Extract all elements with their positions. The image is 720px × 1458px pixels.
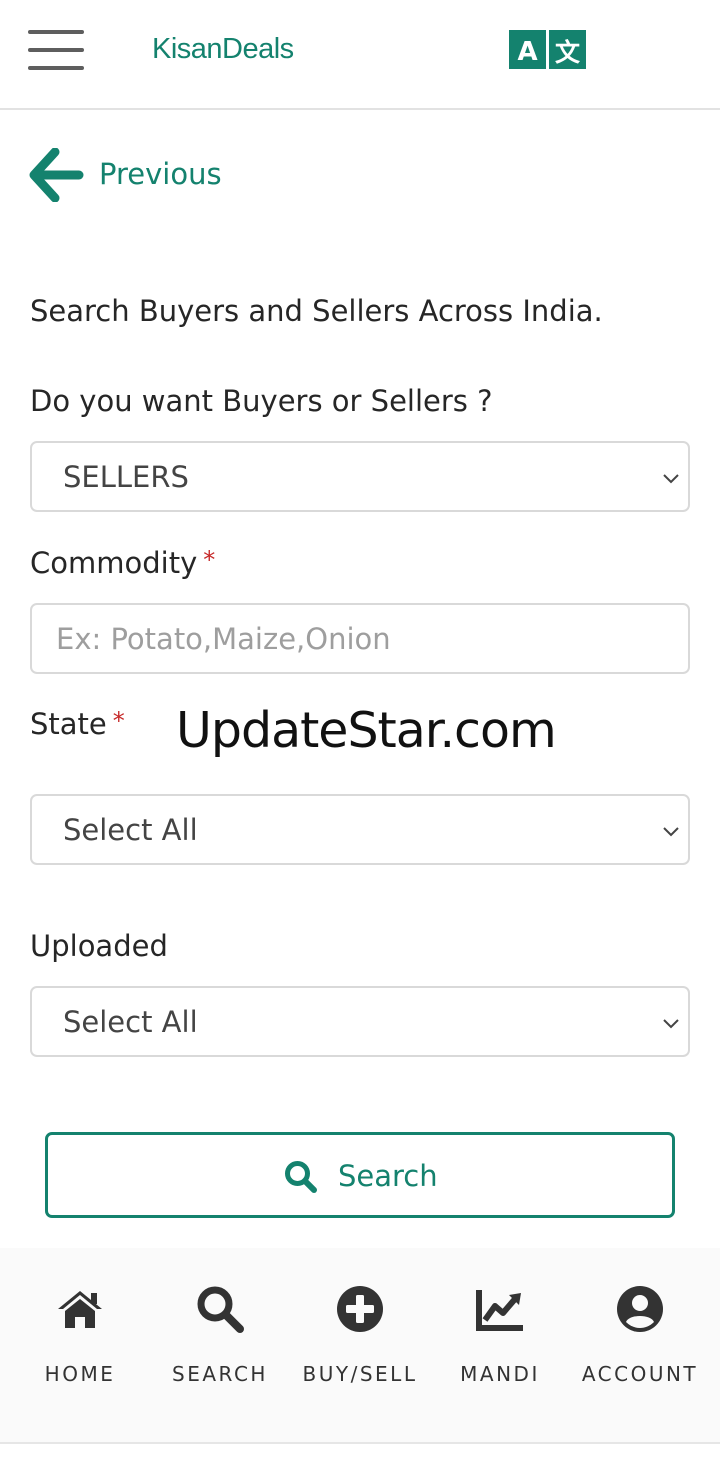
nav-label-account: ACCOUNT	[581, 1362, 699, 1386]
commodity-input[interactable]	[30, 603, 690, 674]
commodity-label: Commodity *	[30, 546, 216, 580]
nav-label-home: HOME	[44, 1362, 116, 1386]
state-select-value: Select All	[63, 813, 198, 847]
required-mark: *	[112, 707, 125, 735]
uploaded-label: Uploaded	[30, 929, 168, 963]
previous-link[interactable]: Previous	[28, 146, 248, 204]
uploaded-select[interactable]: Select All	[30, 986, 690, 1057]
svg-text:A: A	[517, 37, 537, 67]
nav-item-search[interactable]: SEARCH	[150, 1248, 290, 1444]
plus-circle-icon	[337, 1286, 383, 1332]
intro-text: Search Buyers and Sellers Across India.	[30, 294, 603, 328]
required-mark: *	[203, 546, 216, 574]
chevron-down-icon	[663, 827, 679, 837]
nav-item-buy-sell[interactable]: BUY/SELL	[290, 1248, 430, 1444]
svg-text:文: 文	[555, 38, 581, 67]
translate-icon[interactable]: A 文	[509, 30, 586, 69]
app-header: KisanDeals A 文	[0, 0, 720, 110]
chart-line-icon	[476, 1290, 523, 1331]
state-select[interactable]: Select All	[30, 794, 690, 865]
nav-label-buy-sell: BUY/SELL	[302, 1362, 418, 1386]
nav-item-account[interactable]: ACCOUNT	[570, 1248, 710, 1444]
type-select[interactable]: SELLERS	[30, 441, 690, 512]
nav-label-search: SEARCH	[172, 1362, 268, 1386]
chevron-down-icon	[663, 1019, 679, 1029]
search-button-label: Search	[338, 1159, 438, 1193]
watermark-text: UpdateStar.com	[176, 702, 557, 759]
uploaded-select-value: Select All	[63, 1005, 198, 1039]
chevron-down-icon	[663, 474, 679, 484]
type-select-value: SELLERS	[63, 460, 189, 494]
nav-item-home[interactable]: HOME	[10, 1248, 150, 1444]
previous-label: Previous	[99, 157, 222, 191]
home-icon	[58, 1291, 102, 1328]
arrow-left-icon	[29, 148, 84, 202]
search-icon	[285, 1161, 317, 1193]
brand-logo[interactable]: KisanDeals	[152, 33, 294, 66]
bottom-nav: HOME SEARCH BUY/SELL MANDI ACCOUNT	[0, 1248, 720, 1444]
nav-label-mandi: MANDI	[460, 1362, 540, 1386]
search-button[interactable]: Search	[45, 1132, 675, 1218]
nav-item-mandi[interactable]: MANDI	[430, 1248, 570, 1444]
search-icon	[197, 1286, 244, 1333]
state-label: State *	[30, 707, 125, 741]
user-circle-icon	[617, 1286, 663, 1332]
type-label: Do you want Buyers or Sellers ?	[30, 384, 493, 418]
hamburger-menu-icon[interactable]	[28, 30, 84, 74]
